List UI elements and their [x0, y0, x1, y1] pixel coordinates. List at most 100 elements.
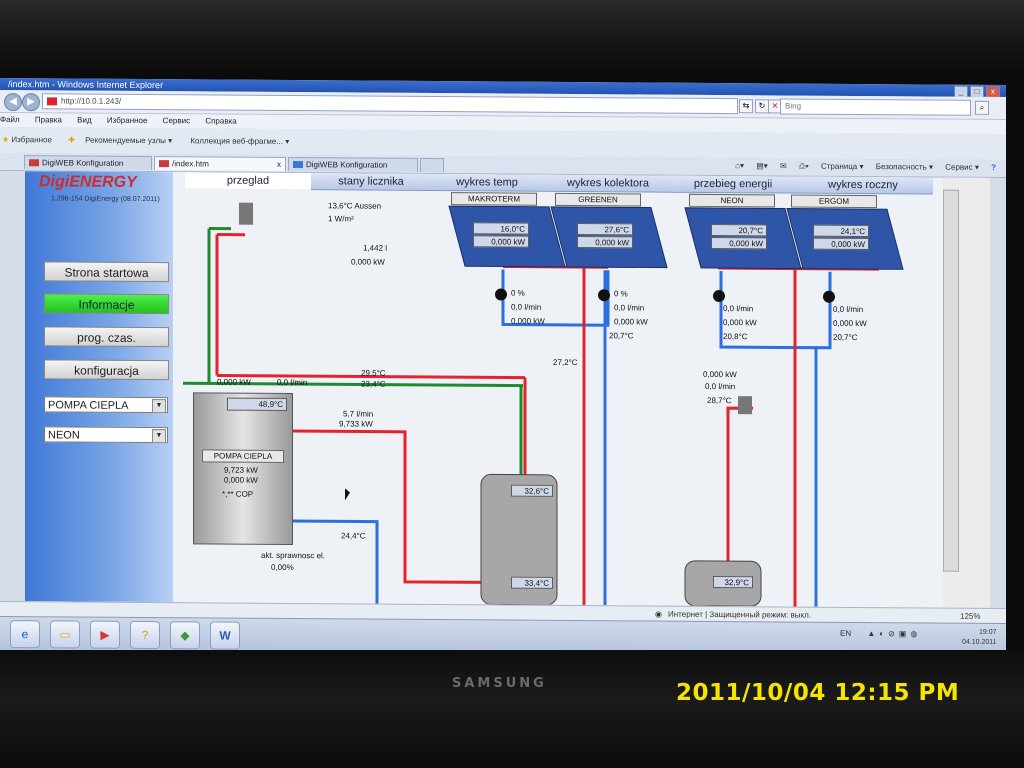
pump-percent: 0 %	[511, 288, 525, 298]
collector-label-makroterm: MAKROTERM	[451, 192, 537, 206]
pump-icon	[713, 290, 725, 303]
command-bar: ⌂▾ ▤▾ ✉ ⎙▾ Страница ▾ Безопасность ▾ Сер…	[725, 161, 996, 173]
menu-view[interactable]: Вид	[77, 116, 91, 125]
collector-power: 0,000 kW	[813, 237, 869, 251]
app-taskbar-icon[interactable]: ◆	[170, 621, 200, 650]
scrollbar-thumb[interactable]	[943, 189, 959, 572]
home-icon[interactable]: ⌂▾	[735, 161, 744, 170]
word-taskbar-icon[interactable]: W	[210, 621, 240, 650]
irradiance: 1 W/m²	[328, 214, 354, 224]
collector-label-ergom: ERGOM	[791, 194, 877, 209]
flow-left-lmin: 0,0 l/min	[277, 377, 308, 388]
chevron-down-icon: ▼	[152, 429, 166, 444]
menu-file[interactable]: Файл	[0, 115, 20, 124]
ie-taskbar-icon[interactable]: e	[10, 620, 40, 649]
favorites-label[interactable]: Избранное	[11, 135, 52, 144]
compat-icon[interactable]: ⇆	[739, 99, 753, 114]
tank2-temp: 32,9°C	[713, 575, 753, 589]
power-top: 0,000 kW	[351, 257, 385, 267]
refresh-icon[interactable]: ↻	[755, 99, 769, 114]
heat-pump-unit: 48,9°C POMPA CIEPLA 9,723 kW 0,000 kW *,…	[193, 392, 293, 546]
clock[interactable]: 19:07 04.10.2011	[962, 628, 997, 648]
collector-return: 20,7°C	[609, 331, 634, 341]
menu-edit[interactable]: Правка	[35, 115, 62, 124]
config-button[interactable]: konfiguracja	[44, 359, 169, 381]
collector-kw: 0,000 kW	[614, 317, 648, 327]
collector-temp: 20,7°C	[711, 223, 767, 237]
back-icon[interactable]: ◀	[4, 93, 22, 112]
outside-temp: 13,6°C Aussen	[328, 201, 382, 211]
cmd-page[interactable]: Страница ▾	[821, 162, 864, 171]
tab-close-icon[interactable]: x	[277, 158, 281, 171]
media-player-icon[interactable]: ▶	[90, 620, 120, 649]
app-version: 1.296-154 DigiEnergy (08.07.2011)	[51, 195, 160, 204]
menu-tools[interactable]: Сервис	[163, 116, 190, 125]
favorites-item-2[interactable]: Коллекция веб-фрагме... ▾	[190, 136, 289, 146]
tab-index[interactable]: /index.htm x	[154, 156, 286, 171]
pump-icon	[823, 290, 835, 303]
device-select[interactable]: POMPA CIEPLA ▼	[44, 396, 168, 414]
feeds-icon[interactable]: ▤▾	[756, 161, 768, 170]
tab-favicon-icon	[29, 159, 39, 167]
tab-digiweb-1[interactable]: DigiWEB Konfiguration	[24, 155, 152, 171]
sidebar: DigiENERGY 1.296-154 DigiEnergy (08.07.2…	[25, 171, 173, 603]
collector-power: 0,000 kW	[577, 236, 633, 249]
clock-date: 04.10.2011	[962, 638, 997, 646]
search-icon[interactable]: ⌕	[975, 100, 989, 115]
hp-cop: *,** COP	[222, 489, 254, 499]
tap-icon-right	[738, 396, 752, 415]
search-input[interactable]: Bing	[780, 98, 971, 116]
url-input[interactable]: http://10.0.1.243/	[42, 93, 738, 115]
collector-label-greenen: GREENEN	[555, 192, 641, 207]
hp-power: 9,733 kW	[339, 419, 373, 429]
pump-icon	[495, 288, 507, 301]
mail-icon[interactable]: ✉	[780, 161, 787, 170]
pipe-temp: 27,2°C	[553, 357, 578, 368]
collector-select[interactable]: NEON ▼	[44, 426, 168, 444]
folder-taskbar-icon[interactable]: ▭	[50, 620, 80, 649]
language-indicator[interactable]: EN	[840, 629, 851, 638]
app-logo: DigiENERGY	[39, 173, 137, 191]
photo-timestamp: 2011/10/04 12:15 PM	[676, 680, 960, 706]
collector-flow: 0,0 l/min	[614, 303, 645, 313]
menu-help[interactable]: Справка	[205, 116, 236, 125]
tray-icons[interactable]: ▲◐⊘▣◍	[867, 629, 921, 638]
hp-temp: 48,9°C	[227, 397, 287, 412]
favorites-star-icon[interactable]: ★	[2, 135, 9, 144]
collector-temp: 16,0°C	[473, 222, 529, 235]
clock-time: 19:07	[978, 628, 997, 636]
schematic-area: przeglad stany licznika wykres temp wykr…	[173, 172, 943, 608]
schedule-button[interactable]: prog. czas.	[44, 326, 169, 348]
cmd-safety[interactable]: Безопасность ▾	[876, 162, 933, 171]
forward-icon[interactable]: ▶	[22, 93, 40, 112]
favorites-item-1[interactable]: Рекомендуемые узлы ▾	[85, 136, 172, 146]
tank-bottom-temp: 33,4°C	[511, 576, 553, 589]
page-scrollbar[interactable]	[943, 177, 990, 608]
globe-icon: ◉	[655, 609, 662, 619]
temp-t1: 29,5°C	[361, 368, 386, 378]
collector-flow: 0,0 l/min	[723, 304, 754, 314]
right-lmin: 0,0 l/min	[705, 381, 736, 392]
tab-favicon-icon	[159, 160, 169, 168]
menu-favorites[interactable]: Избранное	[107, 116, 148, 125]
screen: /index.htm - Windows Internet Explorer _…	[0, 78, 1006, 658]
collector-flow: 0,0 l/min	[511, 302, 542, 312]
right-temp: 28,7°C	[707, 395, 732, 406]
start-page-button[interactable]: Strona startowa	[44, 261, 169, 283]
print-icon[interactable]: ⎙▾	[799, 162, 809, 171]
volume-liters: 1,442 l	[363, 243, 388, 253]
cmd-tools[interactable]: Сервис ▾	[945, 163, 979, 172]
info-button[interactable]: Informacje	[44, 293, 169, 315]
monitor-brand: SAMSUNG	[452, 676, 547, 691]
add-favorite-icon[interactable]: ✚	[68, 135, 75, 144]
hp-kw2: 0,000 kW	[224, 475, 258, 485]
page-icon	[47, 97, 57, 106]
zoom-level[interactable]: 125%	[960, 609, 980, 624]
help-taskbar-icon[interactable]: ?	[130, 620, 160, 650]
efficiency-label: akt. sprawnosc el.	[261, 550, 326, 561]
pump-icons	[495, 288, 835, 303]
tab-digiweb-2[interactable]: DigiWEB Konfiguration	[288, 157, 418, 172]
cmd-help-icon[interactable]: ?	[991, 163, 996, 172]
temp-t2: 23,4°C	[361, 379, 386, 389]
new-tab-button[interactable]	[420, 157, 444, 173]
